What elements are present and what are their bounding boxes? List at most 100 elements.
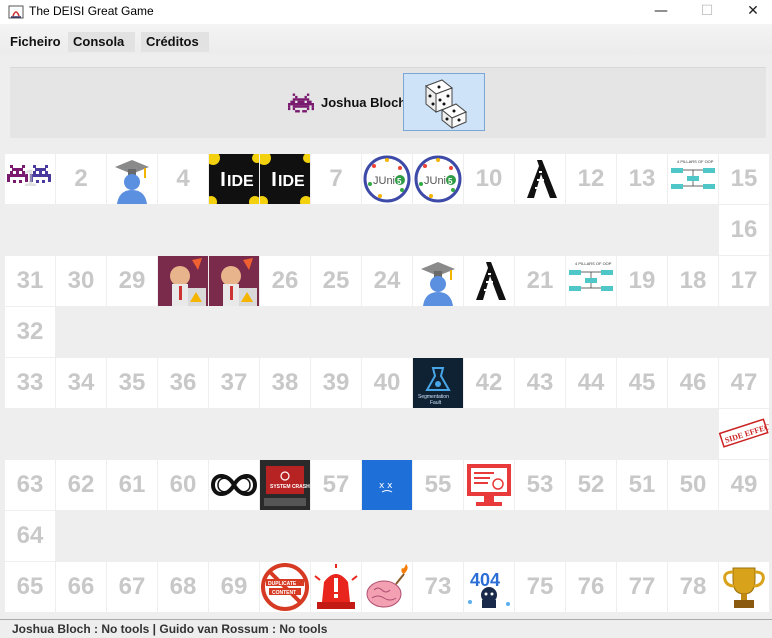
svg-text:IDE: IDE xyxy=(227,173,254,190)
cell-number: 69 xyxy=(220,573,248,600)
svg-text:SYSTEM CRASH: SYSTEM CRASH xyxy=(270,484,310,490)
board-cell-66: 66 xyxy=(56,562,106,612)
board-cell-32: 32 xyxy=(5,307,55,357)
board-cell-11 xyxy=(515,154,565,204)
board-cell-36: 36 xyxy=(158,358,208,408)
board-cell-60: 60 xyxy=(158,460,208,510)
svg-text:4 PILLARS OF OOP: 4 PILLARS OF OOP xyxy=(677,159,714,164)
board-cell-25: 25 xyxy=(311,256,361,306)
board-cell-28 xyxy=(158,256,208,306)
cell-number: 52 xyxy=(577,471,605,498)
status-text: Joshua Bloch : No tools | Guido van Ross… xyxy=(12,622,328,636)
board-cell-64: 64 xyxy=(5,511,55,561)
board-cell-21: 21 xyxy=(515,256,565,306)
board-cell-68: 68 xyxy=(158,562,208,612)
cell-number: 25 xyxy=(322,267,350,294)
board-cell-22 xyxy=(464,256,514,306)
board-cell-39: 39 xyxy=(311,358,361,408)
cell-number: 38 xyxy=(271,369,299,396)
cell-number: 18 xyxy=(679,267,707,294)
cell-number: 47 xyxy=(730,369,758,396)
cell-number: 66 xyxy=(67,573,95,600)
cell-number: 16 xyxy=(730,216,758,243)
lambda-icon xyxy=(464,256,514,306)
cell-number: 63 xyxy=(16,471,44,498)
board-cell-65: 65 xyxy=(5,562,55,612)
board-cell-61: 61 xyxy=(107,460,157,510)
monitor-error-icon xyxy=(464,460,514,510)
board-cell-77: 77 xyxy=(617,562,667,612)
board-cell-6: IDE xyxy=(260,154,310,204)
cell-number: 21 xyxy=(526,267,554,294)
board-cell-23 xyxy=(413,256,463,306)
board-cell-9: JUnit 5 xyxy=(413,154,463,204)
junit-icon: JUnit5 xyxy=(413,154,463,204)
svg-text:5: 5 xyxy=(448,177,453,186)
duplicate-content-icon: DUPLICATE CONTENT xyxy=(260,562,310,612)
cell-number: 44 xyxy=(577,369,605,396)
cell-number: 67 xyxy=(118,573,146,600)
svg-text:JUnit: JUnit xyxy=(424,175,449,187)
board-cell-18: 18 xyxy=(668,256,718,306)
oop-pillars-icon: 4 PILLARS OF OOP xyxy=(668,154,718,204)
graduate-icon xyxy=(107,154,157,204)
title-bar: The DEISI Great Game — ☐ ✕ xyxy=(0,0,772,24)
svg-text:5: 5 xyxy=(397,177,402,186)
lambda-icon xyxy=(515,154,565,204)
error-404-icon: 404 xyxy=(464,562,514,612)
board-cell-48: SIDE EFFECTS xyxy=(719,409,769,459)
svg-text:x x: x x xyxy=(379,481,393,491)
board-cell-4: 4 xyxy=(158,154,208,204)
cell-number: 55 xyxy=(424,471,452,498)
cell-number: 33 xyxy=(16,369,44,396)
board-cell-31: 31 xyxy=(5,256,55,306)
cell-number: 26 xyxy=(271,267,299,294)
maximize-button[interactable]: ☐ xyxy=(684,0,730,24)
board-cell-27 xyxy=(209,256,259,306)
svg-text:Fault: Fault xyxy=(430,400,442,406)
dice-icon xyxy=(425,79,467,130)
close-button[interactable]: ✕ xyxy=(730,0,772,24)
board-cell-20: 4 PILLARS OF OOP xyxy=(566,256,616,306)
board-cell-29: 29 xyxy=(107,256,157,306)
minimize-button[interactable]: — xyxy=(638,0,684,24)
cell-number: 37 xyxy=(220,369,248,396)
board-cell-44: 44 xyxy=(566,358,616,408)
cell-number: 40 xyxy=(373,369,401,396)
board-cell-45: 45 xyxy=(617,358,667,408)
menu-consola[interactable]: Consola xyxy=(68,32,135,52)
board-cell-34: 34 xyxy=(56,358,106,408)
cell-number: 64 xyxy=(16,522,44,549)
board-cell-24: 24 xyxy=(362,256,412,306)
game-board: 1 2 4 IDE IDE 7 JUnit 5 JUnit 5 10 12 13 4 PILLARS OF… xyxy=(0,145,772,620)
java-app-icon xyxy=(8,5,24,19)
board-cell-40: 40 xyxy=(362,358,412,408)
board-cell-57: 57 xyxy=(311,460,361,510)
board-cell-63: 63 xyxy=(5,460,55,510)
cell-number: 2 xyxy=(74,165,88,192)
board-cell-70: DUPLICATE CONTENT xyxy=(260,562,310,612)
menu-creditos[interactable]: Créditos xyxy=(141,32,209,52)
board-cell-33: 33 xyxy=(5,358,55,408)
cell-number: 50 xyxy=(679,471,707,498)
board-cell-30: 30 xyxy=(56,256,106,306)
board-cell-71 xyxy=(311,562,361,612)
cell-number: 35 xyxy=(118,369,146,396)
board-cell-67: 67 xyxy=(107,562,157,612)
board-cell-58: SYSTEM CRASH xyxy=(260,460,310,510)
board-cell-13: 13 xyxy=(617,154,667,204)
cell-number: 43 xyxy=(526,369,554,396)
roll-dice-button[interactable] xyxy=(403,73,485,131)
board-cell-7: 7 xyxy=(311,154,361,204)
svg-text:DUPLICATE: DUPLICATE xyxy=(268,581,297,587)
menu-ficheiro[interactable]: Ficheiro xyxy=(5,32,66,52)
board-cell-42: 42 xyxy=(464,358,514,408)
side-effects-icon: SIDE EFFECTS xyxy=(719,409,769,459)
board-cell-1: 1 xyxy=(5,154,55,204)
cell-number: 42 xyxy=(475,369,503,396)
board-cell-5: IDE xyxy=(209,154,259,204)
board-cell-75: 75 xyxy=(515,562,565,612)
cell-number: 75 xyxy=(526,573,554,600)
board-cell-38: 38 xyxy=(260,358,310,408)
cell-number: 7 xyxy=(329,165,343,192)
